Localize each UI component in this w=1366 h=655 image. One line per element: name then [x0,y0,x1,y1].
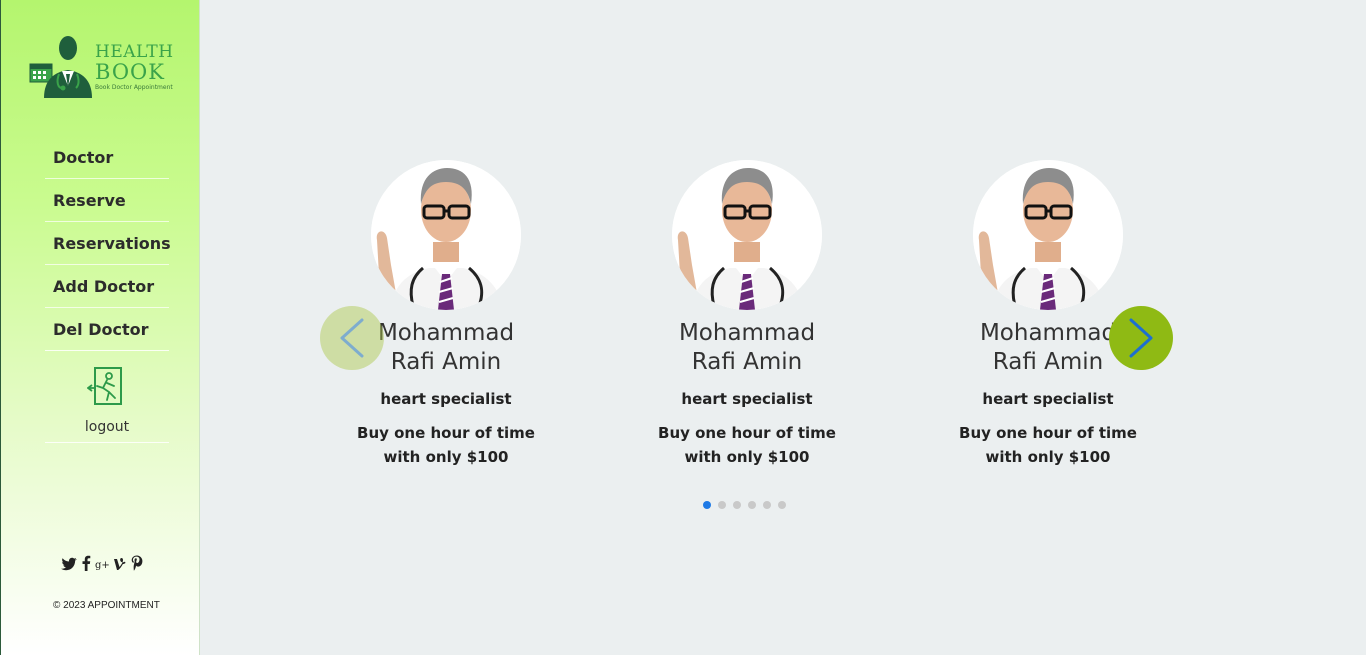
carousel-pagination [703,501,786,509]
doctor-card[interactable]: Mohammad Rafi Amin heart specialist Buy … [632,160,862,469]
carousel-next-button[interactable] [1109,306,1173,370]
chevron-left-icon [340,318,364,358]
pagination-dot[interactable] [703,501,711,509]
logout-icon [87,367,122,405]
pinterest-icon[interactable] [131,555,143,575]
vine-icon[interactable] [113,556,127,575]
doctor-specialty: heart specialist [681,390,813,408]
logo-tagline: Book Doctor Appointment [95,84,173,91]
doctor-description: Buy one hour of time with only $100 [658,424,836,466]
twitter-icon[interactable] [61,556,77,575]
carousel-prev-button[interactable] [320,306,384,370]
nav-item-reservations[interactable]: Reservations [45,222,171,265]
logout-label: logout [84,419,130,435]
logo-line1: HEALTH [95,42,174,62]
doctor-photo [371,160,521,310]
doctor-specialty: heart specialist [380,390,512,408]
social-links: g+ [61,555,143,575]
copyright-text: © 2023 APPOINTMENT [53,600,160,611]
nav-item-reserve[interactable]: Reserve [45,179,169,222]
logo-line2: BOOK [95,60,165,84]
pagination-dot[interactable] [778,501,786,509]
google-plus-icon[interactable]: g+ [95,556,110,575]
pagination-dot[interactable] [748,501,756,509]
svg-text:g+: g+ [95,560,109,571]
doctor-specialty: heart specialist [982,390,1114,408]
doctor-logo-icon [29,36,92,98]
doctor-photo [973,160,1123,310]
pagination-dot[interactable] [763,501,771,509]
nav-item-doctor[interactable]: Doctor [45,136,169,179]
doctor-name: Mohammad Rafi Amin [678,320,816,375]
sidebar-nav: Doctor Reserve Reservations Add Doctor D… [45,136,171,351]
logout-button[interactable]: logout [45,356,169,443]
chevron-right-icon [1129,318,1153,358]
doctor-description: Buy one hour of time with only $100 [959,424,1137,466]
pagination-dot[interactable] [718,501,726,509]
doctor-photo [672,160,822,310]
nav-item-del-doctor[interactable]: Del Doctor [45,308,169,351]
pagination-dot[interactable] [733,501,741,509]
nav-item-add-doctor[interactable]: Add Doctor [45,265,169,308]
sidebar: HEALTH BOOK Book Doctor Appointment Doct… [0,0,200,655]
health-book-logo[interactable]: HEALTH BOOK Book Doctor Appointment [28,30,178,102]
doctor-description: Buy one hour of time with only $100 [357,424,535,466]
facebook-icon[interactable] [81,555,91,575]
